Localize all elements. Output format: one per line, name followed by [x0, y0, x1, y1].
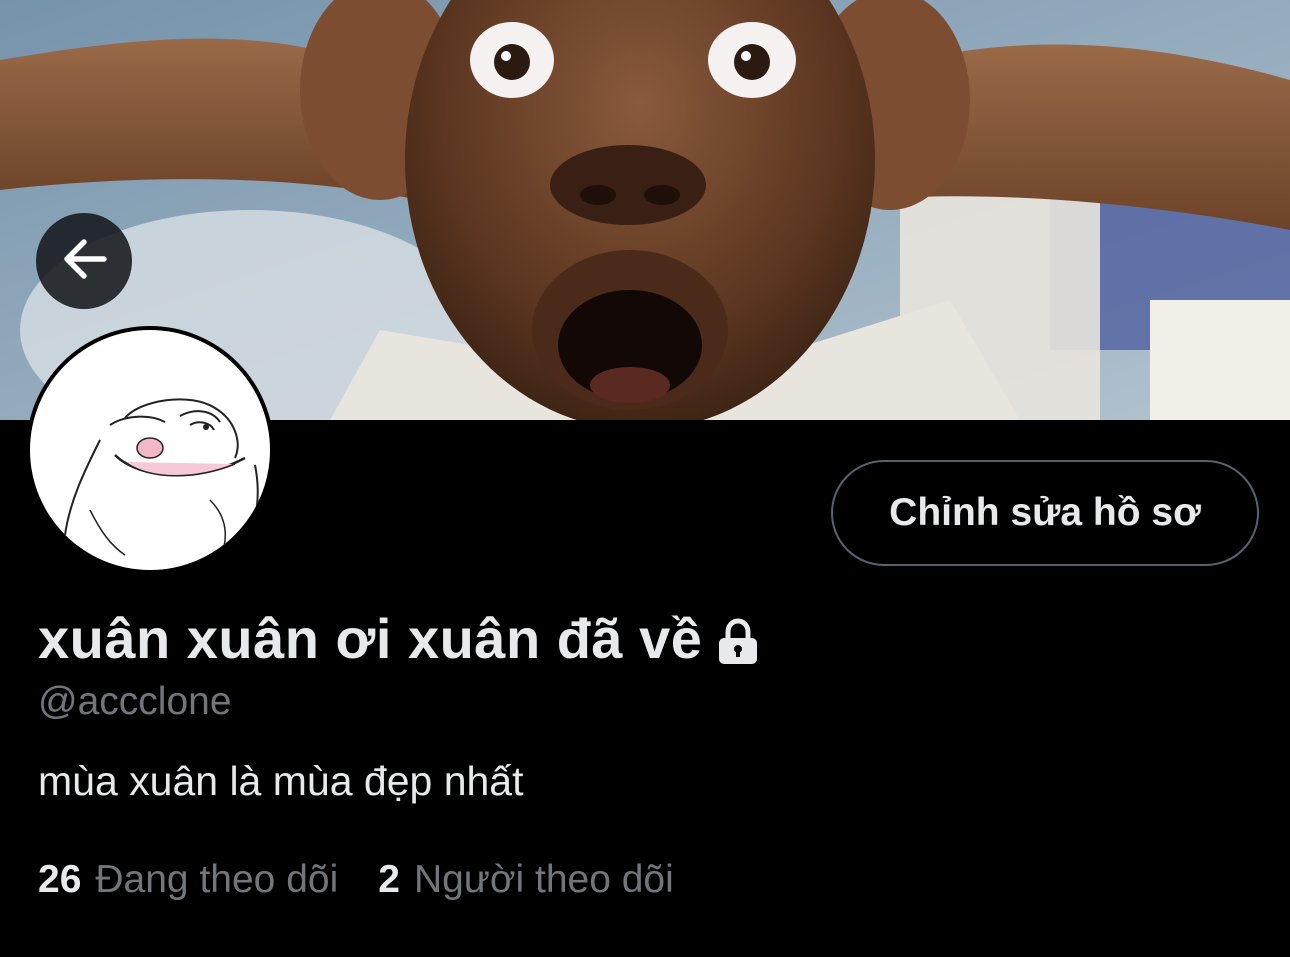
edit-profile-label: Chỉnh sửa hồ sơ: [889, 491, 1201, 534]
avatar-image: [30, 330, 270, 570]
arrow-left-icon: [58, 233, 110, 290]
following-link[interactable]: 26 Đang theo dõi: [38, 858, 338, 902]
profile-page: Chỉnh sửa hồ sơ xuân xuân ơi xuân đã về …: [0, 0, 1290, 957]
display-name-row: xuân xuân ơi xuân đã về: [38, 606, 762, 671]
bio: mùa xuân là mùa đẹp nhất: [38, 758, 524, 804]
username-handle: @accclone: [38, 680, 232, 723]
edit-profile-button[interactable]: Chỉnh sửa hồ sơ: [831, 460, 1259, 566]
avatar[interactable]: [26, 326, 274, 574]
display-name: xuân xuân ơi xuân đã về: [38, 607, 703, 670]
followers-label: Người theo dõi: [413, 858, 674, 901]
lock-icon: [714, 617, 762, 667]
followers-count: 2: [378, 858, 400, 901]
back-button[interactable]: [36, 213, 132, 309]
following-label: Đang theo dõi: [95, 858, 339, 901]
following-count: 26: [38, 858, 82, 901]
follow-stats: 26 Đang theo dõi 2 Người theo dõi: [38, 858, 674, 902]
followers-link[interactable]: 2 Người theo dõi: [378, 858, 674, 902]
